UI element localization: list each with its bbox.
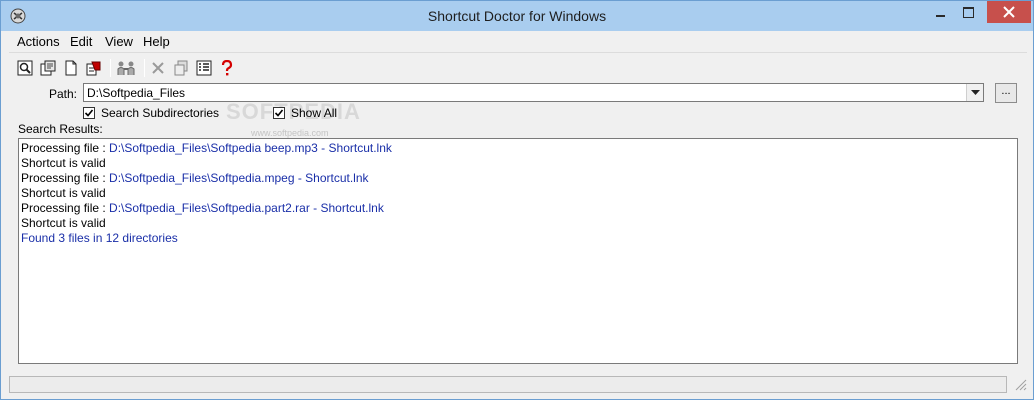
result-path: D:\Softpedia_Files\Softpedia.part2.rar -… [109, 201, 384, 215]
result-prefix: Processing file : [21, 171, 110, 185]
resize-grip-icon [1015, 379, 1027, 391]
result-line: Processing file : D:\Softpedia_Files\Sof… [21, 171, 369, 185]
new-document-button[interactable] [60, 57, 82, 79]
maximize-button[interactable] [954, 1, 982, 23]
result-line: Shortcut is valid [21, 216, 106, 230]
result-summary: Found 3 files in 12 directories [21, 231, 178, 245]
show-all-checkbox[interactable] [273, 107, 285, 119]
result-prefix: Processing file : [21, 141, 110, 155]
copy-button[interactable] [170, 57, 192, 79]
toolbar-separator [110, 59, 111, 77]
checkmark-icon [84, 109, 94, 117]
menu-actions[interactable]: Actions [15, 34, 62, 49]
list-icon [196, 60, 212, 76]
path-value[interactable]: D:\Softpedia_Files [87, 86, 185, 100]
result-prefix: Processing file : [21, 201, 110, 215]
fix-icon [86, 61, 101, 76]
result-line: Shortcut is valid [21, 186, 106, 200]
result-line: Shortcut is valid [21, 156, 106, 170]
path-label: Path: [49, 87, 78, 101]
delete-button[interactable] [147, 57, 169, 79]
group-button[interactable] [115, 57, 137, 79]
window-title: Shortcut Doctor for Windows [427, 8, 607, 24]
search-subdirectories-option[interactable]: Search Subdirectories [83, 106, 219, 120]
watermark-url: www.softpedia.com [251, 128, 329, 138]
chevron-down-icon [970, 89, 980, 95]
search-results-list[interactable]: Processing file : D:\Softpedia_Files\Sof… [18, 138, 1018, 364]
properties-icon [40, 60, 56, 76]
help-button[interactable] [216, 57, 238, 79]
properties-button[interactable] [37, 57, 59, 79]
result-line: Processing file : D:\Softpedia_Files\Sof… [21, 141, 392, 155]
checkmark-icon [274, 109, 284, 117]
help-icon [221, 60, 233, 76]
minimize-button[interactable] [926, 1, 954, 23]
result-path: D:\Softpedia_Files\Softpedia beep.mp3 - … [109, 141, 392, 155]
result-path: D:\Softpedia_Files\Softpedia.mpeg - Shor… [109, 171, 369, 185]
title-bar[interactable]: Shortcut Doctor for Windows [1, 1, 1033, 31]
path-dropdown-button[interactable] [966, 84, 983, 101]
resize-grip[interactable] [1013, 377, 1027, 391]
menu-help[interactable]: Help [141, 34, 172, 49]
search-results-label: Search Results: [18, 122, 103, 136]
main-window: Shortcut Doctor for Windows Actions Edit… [0, 0, 1034, 400]
status-bar [9, 376, 1007, 393]
close-icon [1003, 6, 1015, 18]
menu-bar: Actions Edit View Help [9, 31, 1027, 53]
toolbar [9, 55, 309, 81]
show-all-label: Show All [291, 106, 338, 120]
copy-icon [174, 60, 188, 76]
browse-button[interactable]: ... [995, 83, 1017, 103]
delete-icon [152, 62, 164, 74]
close-button[interactable] [987, 1, 1031, 23]
fix-button[interactable] [83, 57, 105, 79]
show-all-option[interactable]: Show All [273, 106, 337, 120]
group-icon [117, 61, 135, 75]
menu-view[interactable]: View [103, 34, 135, 49]
toolbar-separator [144, 59, 145, 77]
search-subdirectories-checkbox[interactable] [83, 107, 95, 119]
result-line: Processing file : D:\Softpedia_Files\Sof… [21, 201, 384, 215]
search-subdirectories-label: Search Subdirectories [101, 106, 220, 120]
path-combobox[interactable]: D:\Softpedia_Files [83, 83, 984, 102]
list-button[interactable] [193, 57, 215, 79]
search-icon [17, 60, 33, 76]
new-document-icon [65, 60, 77, 76]
menu-edit[interactable]: Edit [68, 34, 94, 49]
search-button[interactable] [14, 57, 36, 79]
